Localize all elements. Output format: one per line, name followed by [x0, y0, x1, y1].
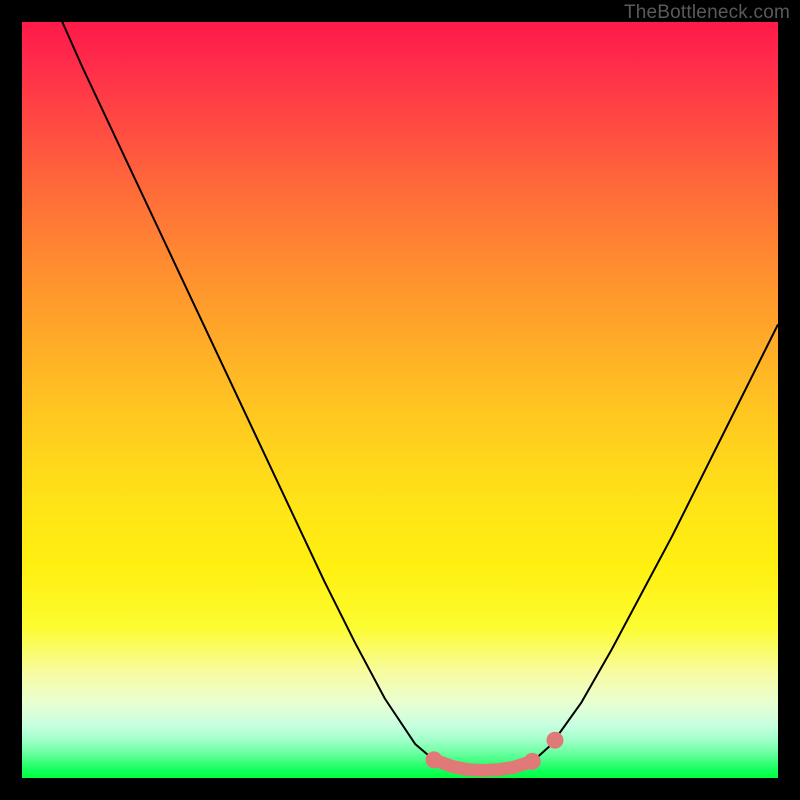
- flat-region-highlight: [434, 760, 532, 771]
- flat-region-left-end-marker: [426, 751, 443, 768]
- curve-layer: [22, 22, 778, 778]
- flat-region-right-end-marker: [524, 753, 541, 770]
- plot-area: [22, 22, 778, 778]
- bottleneck-chart: TheBottleneck.com: [0, 0, 800, 800]
- bottleneck-curve: [22, 22, 778, 770]
- watermark-text: TheBottleneck.com: [624, 2, 790, 24]
- detached-marker-marker: [546, 732, 563, 749]
